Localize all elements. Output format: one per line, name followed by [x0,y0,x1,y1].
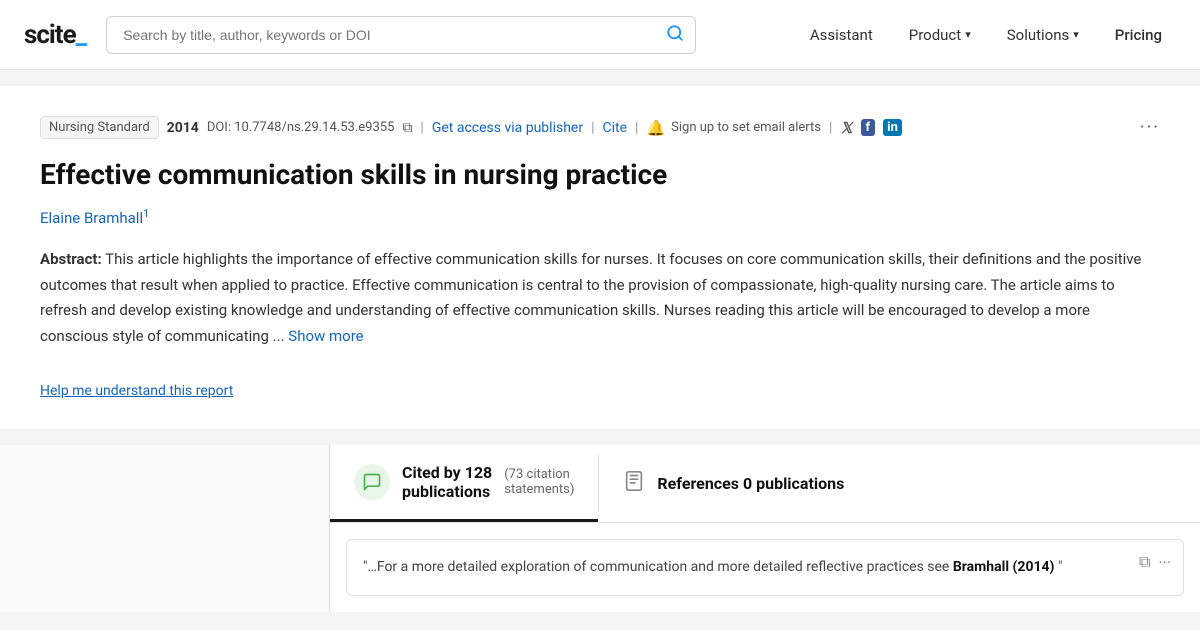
citation-author: Bramhall (2014) [953,559,1055,575]
article-author[interactable]: Elaine Bramhall1 [40,207,1160,227]
citation-quote: "…For a more detailed exploration of com… [363,556,1167,578]
article-abstract: Abstract: This article highlights the im… [40,247,1160,349]
alert-text[interactable]: Sign up to set email alerts [671,120,821,135]
citations-tabs: Cited by 128 publications (73 citation s… [330,445,1200,523]
article-title: Effective communication skills in nursin… [40,157,1160,193]
alert-wrap: 🔔 Sign up to set email alerts [646,119,821,137]
header: scite_ Assistant Product ▾ Solutions ▾ P… [0,0,1200,70]
references-icon [623,470,645,497]
facebook-icon[interactable]: f [861,119,876,136]
copy-doi-icon[interactable]: ⧉ [402,120,412,136]
copy-citation-icon[interactable]: ⧉ [1139,552,1150,572]
citation-card: "…For a more detailed exploration of com… [346,539,1184,595]
more-citation-options-icon[interactable]: ··· [1158,553,1171,572]
social-icons: 𝕏 f in [840,119,901,137]
chevron-down-icon: ▾ [965,28,971,41]
search-bar-container [106,16,696,54]
bell-icon: 🔔 [646,119,665,137]
citation-statements-sub: (73 citation statements) [504,467,574,497]
nav-pricing[interactable]: Pricing [1101,18,1176,52]
cited-by-label: Cited by 128 publications [402,463,492,501]
search-input[interactable] [106,16,696,54]
access-publisher-link[interactable]: Get access via publisher [432,120,583,136]
help-understand-link[interactable]: Help me understand this report [40,383,233,399]
logo[interactable]: scite_ [24,20,86,50]
show-more-button[interactable]: Show more [288,327,363,345]
article-meta: Nursing Standard 2014 DOI: 10.7748/ns.29… [40,116,1160,139]
article-card: Nursing Standard 2014 DOI: 10.7748/ns.29… [0,86,1200,429]
bottom-section: Cited by 128 publications (73 citation s… [0,445,1200,611]
cite-link[interactable]: Cite [603,120,628,136]
references-tab[interactable]: References 0 publications [599,445,868,522]
linkedin-icon[interactable]: in [883,119,902,136]
chevron-down-icon: ▾ [1073,28,1079,41]
chat-bubble-icon [354,464,390,500]
year-badge: 2014 [167,120,199,136]
left-sidebar [0,445,330,611]
nav-assistant[interactable]: Assistant [796,18,887,52]
doi-text: DOI: 10.7748/ns.29.14.53.e9355 [207,120,395,135]
nav-solutions[interactable]: Solutions ▾ [993,18,1093,52]
nav-product[interactable]: Product ▾ [895,18,985,52]
search-icon [666,24,684,46]
citation-card-actions: ⧉ ··· [1139,552,1171,572]
main-nav: Assistant Product ▾ Solutions ▾ Pricing [796,18,1176,52]
cited-by-tab[interactable]: Cited by 128 publications (73 citation s… [330,445,598,522]
twitter-icon[interactable]: 𝕏 [840,119,852,137]
citations-panel: Cited by 128 publications (73 citation s… [330,445,1200,611]
journal-badge: Nursing Standard [40,116,159,139]
more-options-button[interactable]: ··· [1140,117,1160,138]
references-label: References 0 publications [657,474,844,493]
